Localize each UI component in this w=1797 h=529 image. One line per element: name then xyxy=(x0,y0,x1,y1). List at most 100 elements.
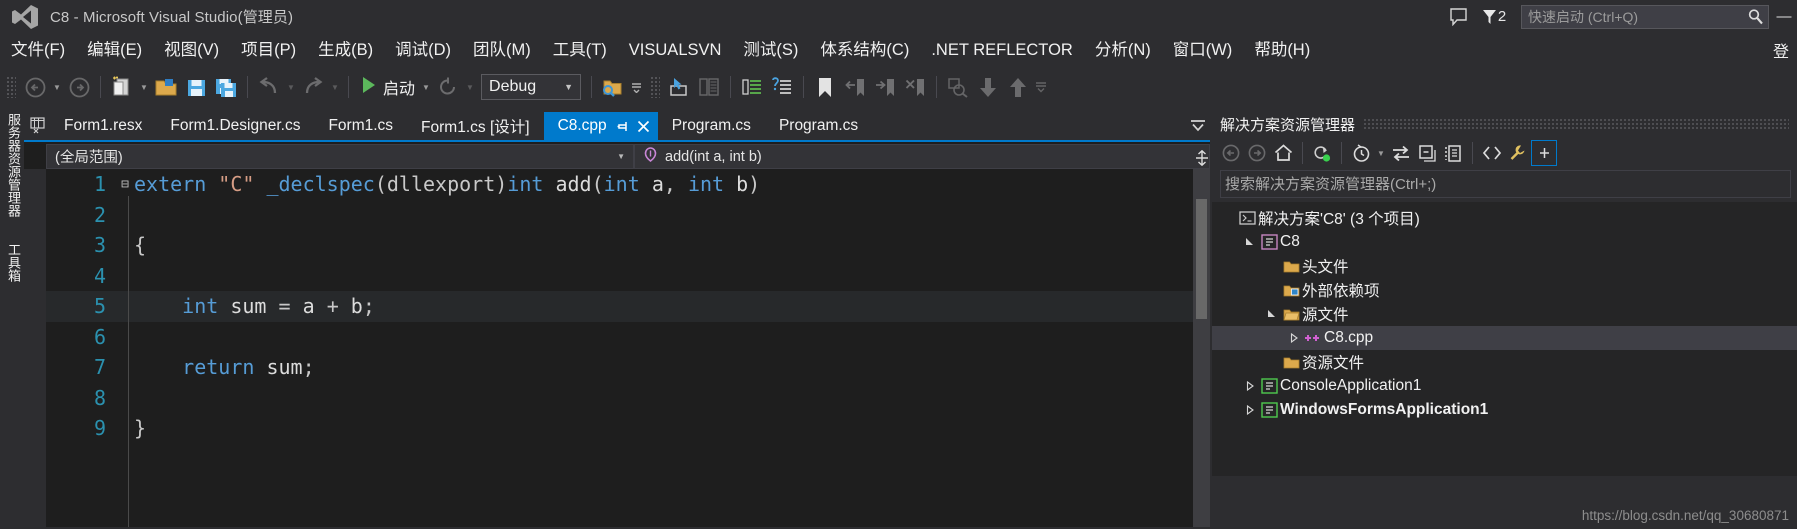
tab-c8-cpp[interactable]: C8.cpp xyxy=(543,112,658,140)
undo-caret-icon[interactable]: ▼ xyxy=(284,73,298,101)
show-all-files-icon[interactable] xyxy=(1440,140,1466,166)
member-dropdown[interactable]: add(int a, int b) xyxy=(634,144,1210,169)
code-line[interactable]: 7 return sum; xyxy=(46,352,1210,383)
menu-item-test[interactable]: 测试(S) xyxy=(732,37,809,63)
previous-bookmark-icon[interactable] xyxy=(840,72,870,102)
quick-launch-box[interactable] xyxy=(1521,4,1769,29)
menu-item-net-reflector[interactable]: .NET REFLECTOR xyxy=(920,37,1084,63)
menu-item-visualsvn[interactable]: VISUALSVN xyxy=(618,37,733,63)
tree-item-c8.cpp[interactable]: C8.cpp xyxy=(1212,326,1797,350)
menu-item-debug[interactable]: 调试(D) xyxy=(384,37,462,63)
code-line[interactable]: 9} xyxy=(46,413,1210,444)
tab-form1-designer-cs[interactable]: Form1.Designer.cs xyxy=(156,112,315,140)
tree-item--c8-3-[interactable]: 解决方案'C8' (3 个项目) xyxy=(1212,206,1797,230)
sign-in-label[interactable]: 登 xyxy=(1773,38,1793,62)
navigate-forward-icon[interactable] xyxy=(64,72,94,102)
solution-configuration-dropdown[interactable]: Debug ▼ xyxy=(481,74,582,100)
home-icon[interactable] xyxy=(1270,140,1296,166)
back-arrow-icon[interactable] xyxy=(1218,140,1244,166)
minimize-button[interactable]: — xyxy=(1773,2,1795,32)
code-line[interactable]: 2 xyxy=(46,200,1210,231)
solution-tree[interactable]: 解决方案'C8' (3 个项目) C8 头文件 外部依赖项 源文件 C8.cpp 资源文件 C… xyxy=(1212,202,1797,476)
properties-wrench-icon[interactable] xyxy=(1505,140,1531,166)
preview-selected-items-icon[interactable] xyxy=(1531,140,1557,166)
expanded-twisty-icon[interactable] xyxy=(1264,309,1280,319)
move-down-icon[interactable] xyxy=(973,72,1003,102)
close-icon[interactable] xyxy=(637,120,650,133)
split-view-icon[interactable] xyxy=(1193,145,1210,170)
toolbox-pointer-icon[interactable] xyxy=(664,72,694,102)
tab-form1-resx[interactable]: Form1.resx xyxy=(50,112,157,140)
tab-program-cs-1[interactable]: Program.cs xyxy=(657,112,765,140)
tab-program-cs-2[interactable]: Program.cs xyxy=(764,112,873,140)
pending-changes-caret-icon[interactable]: ▼ xyxy=(1374,139,1388,167)
panel-drag-grip[interactable] xyxy=(1363,118,1789,130)
editor-vertical-scrollbar[interactable] xyxy=(1193,169,1210,527)
menu-item-architecture[interactable]: 体系结构(C) xyxy=(809,37,920,63)
tree-item--[interactable]: 外部依赖项 xyxy=(1212,278,1797,302)
solution-explorer-search-input[interactable] xyxy=(1221,175,1790,193)
toolbar-grip[interactable] xyxy=(6,76,16,98)
tree-item-windowsformsapplication1[interactable]: WindowsFormsApplication1 xyxy=(1212,398,1797,422)
menu-item-tools[interactable]: 工具(T) xyxy=(542,37,618,63)
forward-arrow-icon[interactable] xyxy=(1244,140,1270,166)
pending-changes-filter-icon[interactable] xyxy=(1348,140,1374,166)
collapse-all-icon[interactable] xyxy=(1414,140,1440,166)
refresh-icon[interactable] xyxy=(1388,140,1414,166)
navigate-back-icon[interactable] xyxy=(20,72,50,102)
clear-bookmarks-icon[interactable] xyxy=(900,72,930,102)
collapsed-twisty-icon[interactable] xyxy=(1242,381,1258,391)
tree-item--[interactable]: 源文件 xyxy=(1212,302,1797,326)
restart-caret-icon[interactable]: ▼ xyxy=(463,73,477,101)
scope-dropdown[interactable]: (全局范围) ▼ xyxy=(46,144,634,169)
code-line[interactable]: 6 xyxy=(46,322,1210,353)
code-text-area[interactable]: 1 ⊟ extern "C" _declspec(dllexport)int add… xyxy=(46,169,1210,527)
search-icon[interactable] xyxy=(1742,8,1768,25)
menu-item-build[interactable]: 生成(B) xyxy=(307,37,384,63)
menu-item-edit[interactable]: 编辑(E) xyxy=(76,37,153,63)
collapsed-twisty-icon[interactable] xyxy=(1242,405,1258,415)
find-in-files-icon[interactable] xyxy=(598,72,628,102)
code-line[interactable]: 1 ⊟ extern "C" _declspec(dllexport)int add… xyxy=(46,169,1210,200)
new-project-caret-icon[interactable]: ▼ xyxy=(137,73,151,101)
solution-explorer-search-box[interactable] xyxy=(1220,170,1791,198)
save-all-icon[interactable] xyxy=(211,72,241,102)
redo-caret-icon[interactable]: ▼ xyxy=(328,73,342,101)
tab-form1-cs[interactable]: Form1.cs xyxy=(314,112,408,140)
tree-item-c8[interactable]: C8 xyxy=(1212,230,1797,254)
bookmark-icon[interactable] xyxy=(810,72,840,102)
uncomment-selection-icon[interactable] xyxy=(767,72,797,102)
pin-icon[interactable] xyxy=(617,120,630,133)
code-line[interactable]: 5 int sum = a + b; xyxy=(46,291,1210,322)
collapsed-twisty-icon[interactable] xyxy=(1286,333,1302,343)
menu-item-window[interactable]: 窗口(W) xyxy=(1162,37,1244,63)
open-file-icon[interactable] xyxy=(151,72,181,102)
collapse-region-icon[interactable]: ⊟ xyxy=(116,177,134,192)
feedback-smiley-icon[interactable] xyxy=(1441,2,1475,32)
document-group-icon[interactable] xyxy=(24,112,50,140)
undo-icon[interactable] xyxy=(254,72,284,102)
toolbar-overflow-icon[interactable] xyxy=(1033,72,1049,102)
tab-overflow-icon[interactable] xyxy=(1186,114,1210,138)
find-symbol-icon[interactable] xyxy=(943,72,973,102)
server-explorer-tab[interactable]: 服务器资源管理器 xyxy=(0,107,27,223)
move-up-icon[interactable] xyxy=(1003,72,1033,102)
menu-item-view[interactable]: 视图(V) xyxy=(153,37,230,63)
menu-item-project[interactable]: 项目(P) xyxy=(230,37,307,63)
menu-item-help[interactable]: 帮助(H) xyxy=(1243,37,1321,63)
start-debug-button[interactable]: 启动 xyxy=(355,72,419,102)
next-bookmark-icon[interactable] xyxy=(870,72,900,102)
menu-item-file[interactable]: 文件(F) xyxy=(0,37,76,63)
toolbar-grip-2[interactable] xyxy=(650,76,661,98)
menu-item-analyze[interactable]: 分析(N) xyxy=(1084,37,1162,63)
restart-icon[interactable] xyxy=(433,72,463,102)
quick-launch-input[interactable] xyxy=(1522,8,1742,25)
navigate-back-caret-icon[interactable]: ▼ xyxy=(50,73,64,101)
tab-form1-cs-design[interactable]: Form1.cs [设计] xyxy=(407,112,544,140)
find-overflow-icon[interactable] xyxy=(628,72,644,102)
view-code-icon[interactable] xyxy=(1479,140,1505,166)
code-line[interactable]: 8 xyxy=(46,383,1210,414)
tree-item--[interactable]: 头文件 xyxy=(1212,254,1797,278)
start-caret-icon[interactable]: ▼ xyxy=(419,73,433,101)
sync-with-active-document-icon[interactable] xyxy=(1309,140,1335,166)
